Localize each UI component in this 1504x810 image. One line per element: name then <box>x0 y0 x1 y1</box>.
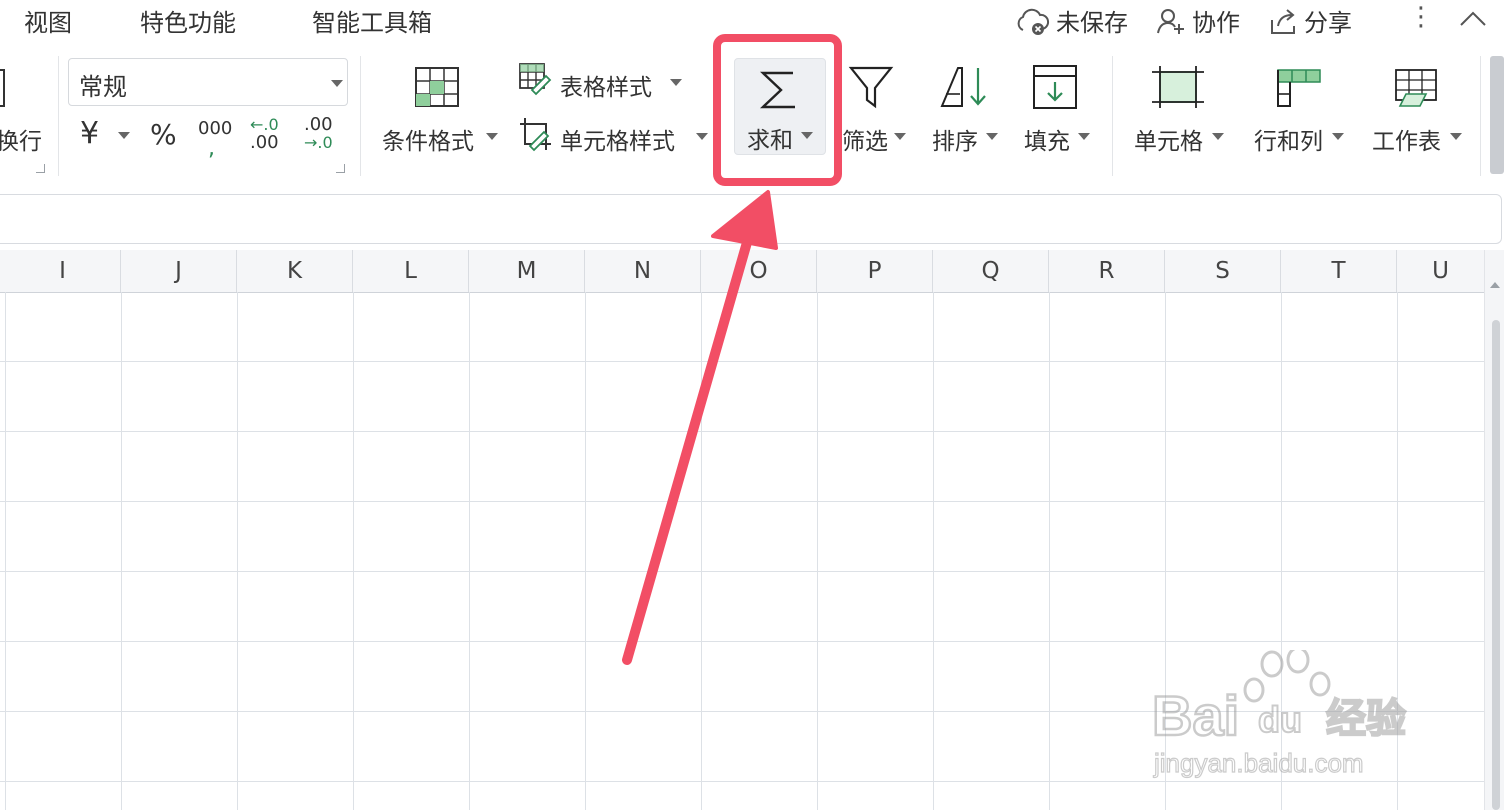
watermark-jingyan: 经验 <box>1326 696 1406 742</box>
watermark-du: du <box>1258 699 1302 740</box>
watermark-bai: Bai <box>1152 684 1239 747</box>
watermark-url: jingyan.baidu.com <box>1153 748 1364 778</box>
baidu-watermark-logo: Bai du 经验 jingyan.baidu.com <box>1150 646 1450 780</box>
paw-icon: Bai du 经验 jingyan.baidu.com <box>1151 646 1407 779</box>
